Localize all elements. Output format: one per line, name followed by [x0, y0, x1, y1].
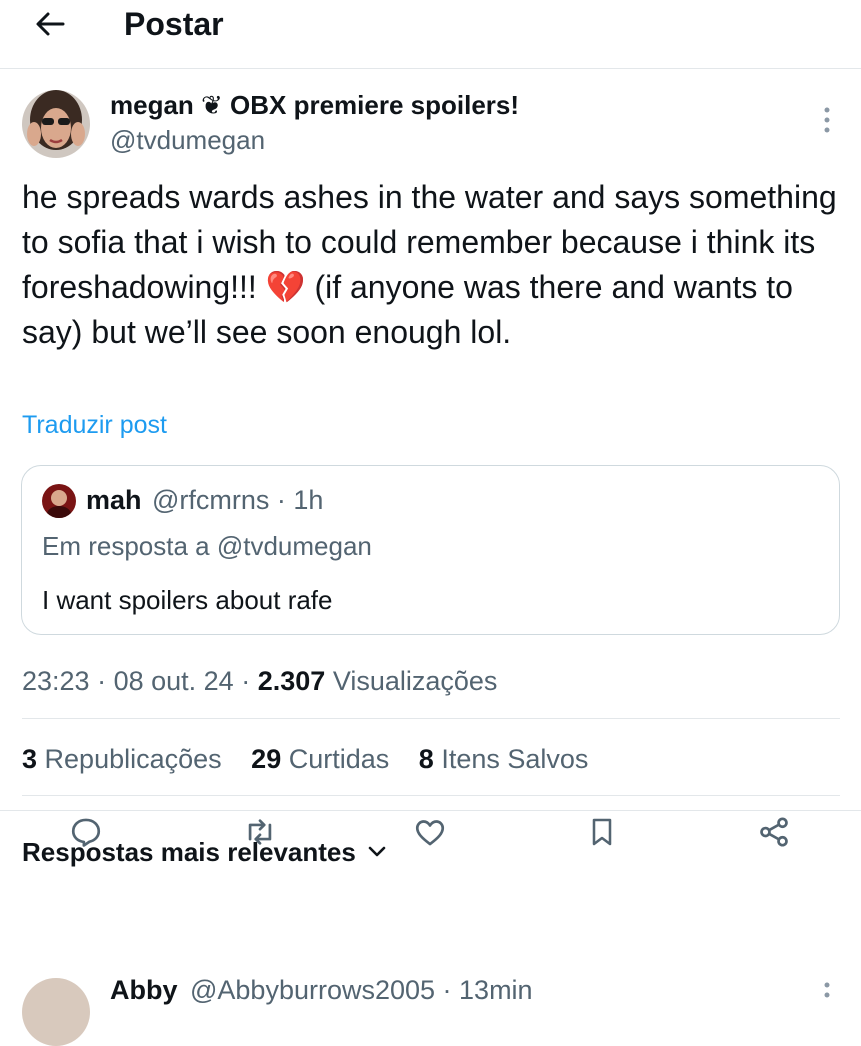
page-title: Postar — [124, 6, 224, 42]
share-icon — [760, 817, 788, 847]
replies-sort-label: Respostas mais relevantes — [22, 837, 356, 867]
reply-item[interactable]: Abby @Abbyburrows2005 · 13min — [0, 900, 861, 1046]
section-divider — [0, 810, 861, 811]
quoted-author-avatar — [42, 484, 76, 518]
top-bar: Postar — [0, 0, 861, 69]
more-vertical-icon — [824, 982, 830, 998]
author-avatar[interactable] — [22, 90, 90, 158]
meta-separator: · — [97, 666, 114, 696]
post-stats: 3 Republicações 29 Curtidas 8 Itens Salv… — [22, 741, 610, 777]
bookmark-icon — [592, 818, 612, 846]
divider — [22, 795, 840, 796]
post-date: 08 out. 24 — [113, 666, 234, 696]
author-name[interactable]: megan ❦ OBX premiere spoilers! — [110, 87, 519, 123]
translate-post-link[interactable]: Traduzir post — [22, 407, 167, 443]
share-button[interactable] — [754, 812, 794, 852]
like-button[interactable] — [410, 812, 450, 852]
back-button[interactable] — [28, 4, 72, 44]
views-count: 2.307 — [257, 666, 326, 696]
arrow-left-icon — [36, 12, 65, 36]
likes-stat[interactable]: 29 Curtidas — [251, 741, 389, 777]
author-handle[interactable]: @tvdumegan — [110, 123, 265, 157]
more-vertical-icon — [824, 107, 830, 133]
quoted-reply-to: Em resposta a @tvdumegan — [42, 531, 372, 561]
reply-author-name[interactable]: Abby — [110, 972, 178, 1008]
meta-separator: · — [241, 666, 258, 696]
quoted-author-name: mah — [86, 485, 142, 515]
chevron-down-icon — [368, 846, 386, 857]
post-time: 23:23 — [22, 666, 90, 696]
reposts-stat[interactable]: 3 Republicações — [22, 741, 222, 777]
bookmark-button[interactable] — [582, 812, 622, 852]
heart-icon — [415, 820, 445, 846]
quoted-author-handle-time: @rfcmrns · 1h — [152, 485, 324, 515]
quoted-post[interactable]: mah @rfcmrns · 1h Em resposta a @tvdumeg… — [21, 465, 840, 635]
post-meta: 23:23 · 08 out. 24 · 2.307 Visualizações — [22, 663, 497, 699]
replies-sort-dropdown[interactable]: Respostas mais relevantes — [22, 834, 386, 870]
divider — [22, 718, 840, 719]
reply-more-options-button[interactable] — [812, 982, 842, 1002]
more-options-button[interactable] — [812, 103, 842, 137]
bookmarks-stat[interactable]: 8 Itens Salvos — [419, 741, 589, 777]
post-text: he spreads wards ashes in the water and … — [22, 179, 837, 350]
reply-author-handle-time: @Abbyburrows2005 · 13min — [190, 975, 533, 1005]
quoted-text: I want spoilers about rafe — [42, 585, 333, 615]
views-label: Visualizações — [332, 666, 498, 696]
reply-author-avatar[interactable] — [22, 978, 90, 1046]
